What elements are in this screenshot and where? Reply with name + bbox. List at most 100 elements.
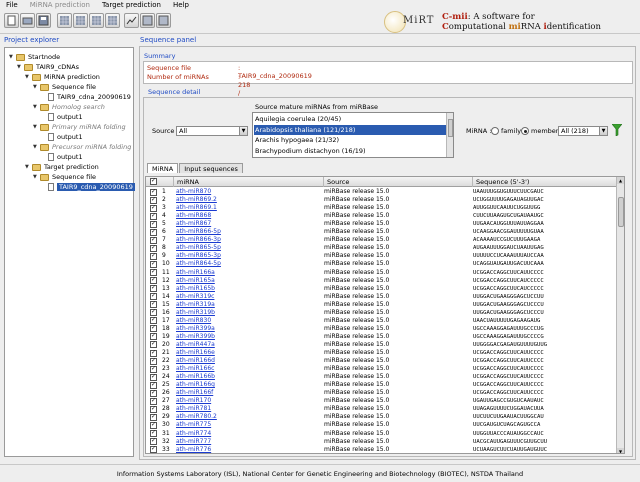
row-checkbox[interactable]: [150, 405, 157, 413]
table-row[interactable]: 3 ath-miR869.1 miRBase release 15.0 AUUGGUU…: [146, 204, 618, 212]
table-row[interactable]: 20 ath-miR447a miRBase release 15.0 UUGGGGA…: [146, 340, 618, 349]
mirna-link[interactable]: ath-miR830: [176, 317, 211, 325]
mirna-link[interactable]: ath-miR869.2: [176, 196, 217, 204]
mirna-link[interactable]: ath-miR170: [176, 397, 211, 405]
tree-node[interactable]: output1: [41, 132, 83, 142]
member-radio[interactable]: [521, 127, 529, 135]
mirna-link[interactable]: ath-miR399a: [176, 325, 215, 333]
table-row[interactable]: 5 ath-miR867 miRBase release 15.0 UUGAACAUG…: [146, 220, 618, 228]
tree-node[interactable]: output1: [41, 112, 83, 122]
row-checkbox[interactable]: [150, 268, 157, 276]
table-row[interactable]: 25 ath-miR166g miRBase release 15.0 UCGGACC…: [146, 381, 618, 389]
table-row[interactable]: 1 ath-miR870 miRBase release 15.0 UAAUUUGGU…: [146, 188, 618, 196]
table-row[interactable]: 14 ath-miR319c miRBase release 15.0 UUGGACU…: [146, 292, 618, 301]
select-all-checkbox[interactable]: [150, 177, 157, 185]
mirna-link[interactable]: ath-miR165b: [176, 285, 215, 293]
mirna-link[interactable]: ath-miR781: [176, 405, 211, 413]
table-row[interactable]: 12 ath-miR165a miRBase release 15.0 UCGGACC…: [146, 276, 618, 285]
row-checkbox[interactable]: [150, 429, 157, 437]
grid-button-4[interactable]: [105, 13, 120, 28]
table-row[interactable]: 9 ath-miR865-3p miRBase release 15.0 UUUUUC…: [146, 252, 618, 260]
tree-node[interactable]: ▼ Startnode: [9, 52, 60, 62]
table-button-1[interactable]: [140, 13, 155, 28]
tree-node[interactable]: output1: [41, 152, 83, 162]
member-select[interactable]: All (218) ▼: [558, 126, 608, 136]
row-checkbox[interactable]: [150, 188, 157, 196]
table-row[interactable]: 19 ath-miR399b miRBase release 15.0 UGCCAAA…: [146, 332, 618, 341]
mature-list-item[interactable]: Aquilegia coerulea (20/45): [255, 114, 341, 124]
mirna-link[interactable]: ath-miR867: [176, 220, 211, 228]
mirna-link[interactable]: ath-miR866-3p: [176, 236, 221, 244]
table-row[interactable]: 32 ath-miR777 miRBase release 15.0 UACGCAUU…: [146, 437, 618, 446]
expand-toggle-icon[interactable]: ▼: [33, 84, 40, 90]
mirna-link[interactable]: ath-miR780.2: [176, 413, 217, 421]
mirna-link[interactable]: ath-miR869.1: [176, 204, 217, 212]
row-checkbox[interactable]: [150, 365, 157, 373]
table-row[interactable]: 10 ath-miR864-5p miRBase release 15.0 UCAGG…: [146, 260, 618, 268]
row-checkbox[interactable]: [150, 357, 157, 365]
save-button[interactable]: [36, 13, 51, 28]
table-row[interactable]: 8 ath-miR865-5p miRBase release 15.0 AUGAAU…: [146, 244, 618, 252]
expand-toggle-icon[interactable]: ▼: [25, 164, 32, 170]
table-row[interactable]: 2 ath-miR869.2 miRBase release 15.0 UCUGGUU…: [146, 196, 618, 204]
mirna-link[interactable]: ath-miR319a: [176, 301, 215, 309]
open-button[interactable]: [20, 13, 35, 28]
menu-target-prediction[interactable]: Target prediction: [102, 1, 161, 9]
row-checkbox[interactable]: [150, 421, 157, 429]
tree-node[interactable]: ▼ TAIR9_cDNAs: [17, 62, 79, 72]
row-checkbox[interactable]: [150, 316, 157, 325]
row-checkbox[interactable]: [150, 260, 157, 268]
expand-toggle-icon[interactable]: ▼: [17, 64, 24, 70]
scrollbar-thumb[interactable]: [448, 119, 453, 137]
row-checkbox[interactable]: [150, 300, 157, 309]
tree-node[interactable]: ▼ Sequence file: [33, 82, 96, 92]
table-row[interactable]: 15 ath-miR319a miRBase release 15.0 UUGGACU…: [146, 300, 618, 309]
mirna-link[interactable]: ath-miR166c: [176, 365, 214, 373]
mirna-link[interactable]: ath-miR774: [176, 430, 211, 438]
expand-toggle-icon[interactable]: ▼: [33, 124, 40, 130]
mirna-link[interactable]: ath-miR166b: [176, 373, 215, 381]
table-row[interactable]: 21 ath-miR166e miRBase release 15.0 UCGGACC…: [146, 349, 618, 357]
family-radio[interactable]: [491, 127, 499, 135]
expand-toggle-icon[interactable]: ▼: [9, 54, 16, 60]
tree-node[interactable]: ▼ Primary miRNA folding: [33, 122, 126, 132]
table-row[interactable]: 30 ath-miR775 miRBase release 15.0 UUCGAUGU…: [146, 421, 618, 429]
table-row[interactable]: 22 ath-miR166d miRBase release 15.0 UCGGACC…: [146, 357, 618, 365]
table-scrollbar[interactable]: ▲ ▼: [616, 177, 624, 453]
row-checkbox[interactable]: [150, 437, 157, 446]
table-row[interactable]: 26 ath-miR166f miRBase release 15.0 UCGGACC…: [146, 389, 618, 397]
chart-button[interactable]: [124, 13, 139, 28]
tab-mirna[interactable]: MiRNA: [147, 163, 179, 173]
tree-node[interactable]: ▼ Sequence file: [33, 172, 96, 182]
expand-toggle-icon[interactable]: ▼: [33, 104, 40, 110]
mature-list-item[interactable]: Arachis hypogaea (21/32): [255, 135, 339, 145]
expand-toggle-icon[interactable]: ▼: [25, 74, 32, 80]
table-button-2[interactable]: [156, 13, 171, 28]
mature-mirnas-list[interactable]: Aquilegia coerulea (20/45) Arabidopsis th…: [252, 112, 454, 158]
mirna-link[interactable]: ath-miR166e: [176, 349, 215, 357]
table-row[interactable]: 18 ath-miR399a miRBase release 15.0 UGCCAAA…: [146, 324, 618, 333]
row-checkbox[interactable]: [150, 349, 157, 357]
grid-button-3[interactable]: [89, 13, 104, 28]
mirna-link[interactable]: ath-miR776: [176, 446, 211, 453]
grid-button-2[interactable]: [73, 13, 88, 28]
row-checkbox[interactable]: [150, 236, 157, 244]
new-button[interactable]: [4, 13, 19, 28]
row-checkbox[interactable]: [150, 204, 157, 212]
table-row[interactable]: 16 ath-miR319b miRBase release 15.0 UUGGACU…: [146, 308, 618, 317]
tree-node[interactable]: ▼ Homolog search: [33, 102, 105, 112]
table-row[interactable]: 29 ath-miR780.2 miRBase release 15.0 UUCUUC…: [146, 413, 618, 421]
mirna-link[interactable]: ath-miR447a: [176, 341, 215, 349]
table-row[interactable]: 31 ath-miR774 miRBase release 15.0 UUGGUUAC…: [146, 429, 618, 438]
row-checkbox[interactable]: [150, 413, 157, 421]
tree-node[interactable]: ▼ MiRNA prediction: [25, 72, 100, 82]
row-checkbox[interactable]: [150, 381, 157, 389]
mirna-link[interactable]: ath-miR166d: [176, 357, 215, 365]
tree-node[interactable]: ▼ Precursor miRNA folding: [33, 142, 131, 152]
column-sequence[interactable]: Sequence (5'-3'): [473, 177, 618, 187]
scrollbar-thumb[interactable]: [618, 197, 624, 227]
menu-help[interactable]: Help: [173, 1, 189, 9]
row-checkbox[interactable]: [150, 212, 157, 220]
row-checkbox[interactable]: [150, 373, 157, 381]
mirna-link[interactable]: ath-miR319b: [176, 309, 215, 317]
